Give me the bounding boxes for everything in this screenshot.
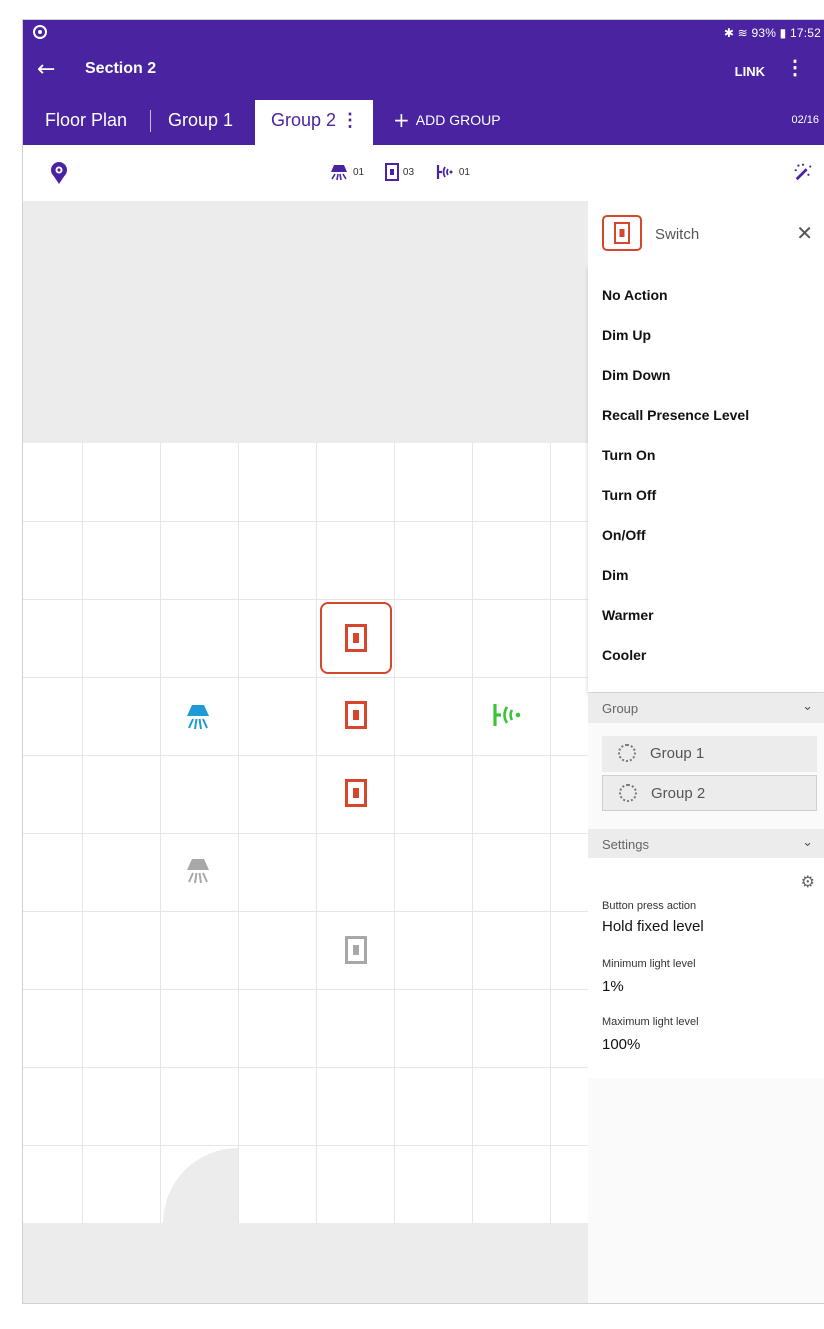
sensor-icon	[436, 165, 453, 179]
group-section-label: Group	[602, 701, 639, 716]
app-window: ✱ ≋ 93% ▮ 17:52 ← Section 2 LINK ⋮ Floor…	[22, 19, 824, 1304]
panel-header: Switch ✕	[588, 201, 824, 265]
menu-item[interactable]: Dim Up	[602, 327, 651, 343]
close-icon[interactable]: ✕	[796, 221, 813, 245]
title-row: ← Section 2 LINK ⋮	[23, 56, 824, 86]
tab-divider	[150, 110, 151, 132]
settings-body: ⚙ Button press action Hold fixed level M…	[588, 858, 824, 1078]
tab-bar: Floor Plan Group 1 Group 2 ⋮ + ADD GROUP …	[23, 100, 824, 145]
status-bar: ✱ ≋ 93% ▮ 17:52	[23, 20, 824, 46]
menu-item[interactable]: Warmer	[602, 607, 654, 623]
link-button[interactable]: LINK	[735, 64, 765, 79]
group-section-header[interactable]: Group ⌄	[588, 693, 824, 723]
device-type-label: Switch	[655, 226, 700, 243]
menu-item[interactable]: Recall Presence Level	[602, 407, 749, 423]
page-title: Section 2	[85, 60, 157, 77]
device-toolbar: 01 03 01	[23, 145, 824, 201]
light-fixture-icon	[331, 165, 347, 181]
chevron-down-icon: ⌄	[802, 835, 813, 850]
status-info: ✱ ≋ 93% ▮ 17:52	[723, 26, 821, 40]
wall-area	[23, 201, 588, 443]
arrow-back-icon[interactable]: ←	[37, 56, 55, 84]
add-group-button[interactable]: + ADD GROUP	[393, 100, 501, 145]
device-panel: Switch ✕ No Action Dim Up Dim Down Recal…	[588, 201, 824, 1303]
switch-icon[interactable]	[345, 701, 367, 729]
menu-item[interactable]: Dim	[602, 567, 628, 583]
settings-section-label: Settings	[602, 837, 649, 852]
light-count: 01	[353, 166, 365, 178]
group-icon	[618, 744, 636, 762]
setting-value[interactable]: 1%	[602, 978, 624, 995]
setting-label: Button press action	[602, 900, 697, 912]
sensor-icon[interactable]	[491, 702, 525, 728]
gear-icon[interactable]: ⚙	[801, 872, 815, 891]
switch-icon[interactable]	[345, 624, 367, 652]
chevron-down-icon: ⌄	[802, 699, 813, 714]
notification-icon	[33, 25, 47, 39]
magic-wand-icon[interactable]	[793, 161, 813, 183]
settings-section-header[interactable]: Settings ⌄	[588, 829, 824, 859]
light-fixture-icon[interactable]	[185, 857, 211, 885]
switch-icon[interactable]	[345, 936, 367, 964]
group-label: Group 2	[651, 785, 706, 802]
menu-item[interactable]: No Action	[602, 287, 668, 303]
setting-value[interactable]: 100%	[602, 1036, 640, 1053]
add-group-label: ADD GROUP	[415, 112, 501, 128]
tab-group-2[interactable]: Group 2 ⋮	[255, 100, 373, 145]
setting-label: Minimum light level	[602, 958, 696, 970]
tab-group-2-label: Group 2	[271, 110, 337, 130]
tab-options-icon[interactable]: ⋮	[341, 100, 359, 140]
menu-item[interactable]: Turn On	[602, 447, 655, 463]
setting-value[interactable]: Hold fixed level	[602, 918, 704, 935]
setting-label: Maximum light level	[602, 1016, 699, 1028]
group-label: Group 1	[650, 745, 705, 762]
switch-icon[interactable]	[345, 779, 367, 807]
sensor-count: 01	[458, 166, 470, 178]
floor-canvas[interactable]	[23, 201, 588, 1303]
menu-item[interactable]: Dim Down	[602, 367, 670, 383]
page-counter: 02/16	[791, 114, 819, 126]
floor-grid	[23, 443, 588, 1223]
group-item-2[interactable]: Group 2	[602, 775, 817, 811]
menu-item[interactable]: Turn Off	[602, 487, 656, 503]
menu-item[interactable]: On/Off	[602, 527, 646, 543]
group-icon	[619, 784, 637, 802]
device-counts: 01 03 01	[329, 163, 488, 181]
more-vert-icon[interactable]: ⋮	[785, 58, 805, 78]
action-menu: No Action Dim Up Dim Down Recall Presenc…	[588, 265, 824, 692]
plus-icon: +	[393, 108, 410, 132]
menu-item[interactable]: Cooler	[602, 647, 646, 663]
switch-icon	[384, 163, 399, 181]
group-item-1[interactable]: Group 1	[602, 736, 817, 772]
switch-count: 03	[402, 166, 415, 178]
tab-group-1[interactable]: Group 1	[168, 100, 233, 145]
switch-icon	[602, 215, 642, 251]
wall-area-bottom	[23, 1223, 588, 1303]
light-fixture-icon[interactable]	[185, 703, 211, 731]
tab-floor-plan[interactable]: Floor Plan	[45, 100, 127, 145]
app-bar: ✱ ≋ 93% ▮ 17:52 ← Section 2 LINK ⋮ Floor…	[23, 20, 824, 145]
location-pin-icon[interactable]	[49, 161, 69, 185]
